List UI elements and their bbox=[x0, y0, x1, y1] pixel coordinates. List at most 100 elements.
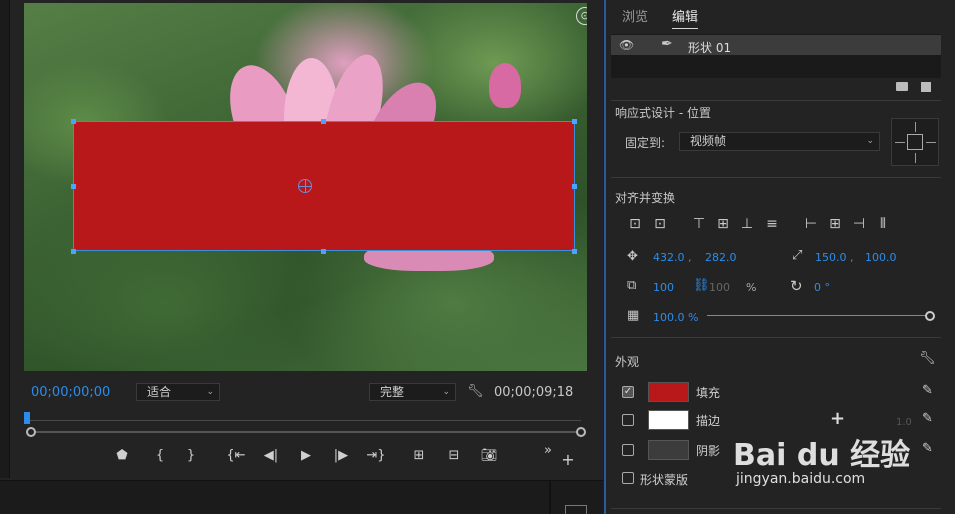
playhead[interactable] bbox=[24, 412, 30, 424]
timeline-ruler[interactable] bbox=[26, 420, 581, 421]
stroke-width-value[interactable]: 1.0 bbox=[896, 417, 912, 428]
pin-edges-widget[interactable] bbox=[891, 118, 939, 166]
range-end-handle[interactable] bbox=[576, 427, 586, 437]
link-scale-icon[interactable]: ⛓︎ bbox=[693, 278, 710, 293]
align-bottom-icon[interactable]: ⊥ bbox=[738, 216, 756, 232]
resize-handle[interactable] bbox=[321, 119, 326, 124]
align-right-icon[interactable]: ⊣ bbox=[850, 216, 868, 232]
duration-timecode: 00;00;09;18 bbox=[494, 385, 574, 400]
current-timecode[interactable]: 00;00;00;00 bbox=[31, 385, 110, 400]
tab-edit[interactable]: 编辑 bbox=[672, 6, 699, 29]
section-divider bbox=[611, 337, 941, 338]
resize-handle[interactable] bbox=[321, 249, 326, 254]
pin-to-select[interactable]: 视频帧 ⌄ bbox=[679, 132, 880, 151]
pin-left-edge[interactable] bbox=[895, 142, 905, 143]
go-to-out-button[interactable]: ⇥} bbox=[366, 448, 386, 463]
anchor-x-value[interactable]: 150.0 , bbox=[815, 251, 853, 264]
distribute-horizontal-icon[interactable]: ⦀ bbox=[874, 216, 892, 232]
scale-unit: % bbox=[746, 281, 757, 294]
extract-button[interactable]: ⊟ bbox=[444, 448, 464, 463]
watermark-url: jingyan.baidu.com bbox=[736, 471, 866, 487]
add-marker-button[interactable]: ⬟ bbox=[112, 448, 132, 463]
layer-name[interactable]: 形状 01 bbox=[688, 39, 731, 56]
panel-menu-icon[interactable] bbox=[565, 505, 587, 514]
eyedropper-icon[interactable]: ✎ bbox=[922, 411, 933, 426]
mark-out-button[interactable]: } bbox=[181, 448, 201, 463]
resize-handle[interactable] bbox=[572, 184, 577, 189]
stroke-label: 描边 bbox=[696, 414, 721, 428]
anchor-point-icon[interactable] bbox=[298, 179, 312, 193]
scale-value[interactable]: 100 bbox=[653, 281, 674, 294]
range-start-handle[interactable] bbox=[26, 427, 36, 437]
new-layer-icon[interactable] bbox=[921, 82, 931, 92]
distribute-vertical-icon[interactable]: ≡ bbox=[763, 216, 781, 232]
anchor-y-value[interactable]: 100.0 bbox=[865, 251, 897, 264]
settings-wrench-icon[interactable]: 🔧︎ bbox=[467, 384, 484, 399]
opacity-value[interactable]: 100.0 % bbox=[653, 311, 698, 324]
resize-handle[interactable] bbox=[572, 119, 577, 124]
section-divider bbox=[611, 508, 941, 509]
go-to-in-button[interactable]: {⇤ bbox=[226, 448, 246, 463]
resize-handle[interactable] bbox=[71, 119, 76, 124]
export-frame-button[interactable]: 📷︎ bbox=[479, 448, 499, 463]
pen-tool-icon: ✒︎ bbox=[661, 36, 673, 52]
pin-bottom-edge[interactable] bbox=[915, 153, 916, 163]
tab-browse[interactable]: 浏览 bbox=[622, 6, 648, 25]
position-y-value[interactable]: 282.0 bbox=[705, 251, 737, 264]
position-x-value[interactable]: 432.0 , bbox=[653, 251, 691, 264]
rotation-icon: ↻ bbox=[790, 277, 803, 295]
lift-button[interactable]: ⊞ bbox=[409, 448, 429, 463]
more-buttons-icon[interactable]: » bbox=[538, 443, 558, 458]
align-top-icon[interactable]: ⊤ bbox=[690, 216, 708, 232]
fill-color-swatch[interactable] bbox=[648, 382, 689, 402]
pin-top-edge[interactable] bbox=[915, 122, 916, 132]
video-preview[interactable]: ⊙ bbox=[24, 3, 587, 371]
chevron-down-icon: ⌄ bbox=[442, 387, 450, 397]
opacity-icon: ▦ bbox=[627, 308, 640, 323]
resize-handle[interactable] bbox=[71, 184, 76, 189]
safe-margin-icon: ⊙ bbox=[576, 7, 587, 25]
shape-rectangle[interactable] bbox=[73, 121, 575, 251]
eyedropper-icon[interactable]: ✎ bbox=[922, 383, 933, 398]
responsive-design-title: 响应式设计 - 位置 bbox=[615, 106, 711, 120]
rotation-value[interactable]: 0 ° bbox=[814, 281, 830, 294]
stroke-color-swatch[interactable] bbox=[648, 410, 689, 430]
zoom-select[interactable]: 适合 ⌄ bbox=[136, 383, 220, 401]
step-forward-button[interactable]: |▶ bbox=[331, 448, 351, 463]
play-button[interactable]: ▶ bbox=[296, 448, 316, 463]
fill-checkbox[interactable]: ✓ bbox=[622, 386, 634, 398]
shadow-checkbox[interactable] bbox=[622, 444, 634, 456]
shadow-color-swatch[interactable] bbox=[648, 440, 689, 460]
mark-in-button[interactable]: { bbox=[150, 448, 170, 463]
add-stroke-icon[interactable]: + bbox=[830, 408, 845, 429]
align-vertical-center-icon[interactable]: ⊡ bbox=[626, 216, 644, 232]
lotus-bud bbox=[489, 63, 521, 108]
resize-handle[interactable] bbox=[572, 249, 577, 254]
step-back-button[interactable]: ◀| bbox=[261, 448, 281, 463]
playback-resolution-select[interactable]: 完整 ⌄ bbox=[369, 383, 456, 401]
align-horizontal-center-icon[interactable]: ⊡ bbox=[651, 216, 669, 232]
align-center-icon[interactable]: ⊞ bbox=[826, 216, 844, 232]
pin-center-box[interactable] bbox=[907, 134, 923, 150]
resize-handle[interactable] bbox=[71, 249, 76, 254]
wrench-icon[interactable]: 🔧︎ bbox=[919, 351, 936, 366]
shape-mask-checkbox[interactable] bbox=[622, 472, 634, 484]
align-transform-title: 对齐并变换 bbox=[615, 191, 676, 205]
stroke-checkbox[interactable] bbox=[622, 414, 634, 426]
align-left-icon[interactable]: ⊢ bbox=[802, 216, 820, 232]
anchor-point-icon: ⤢ bbox=[792, 248, 803, 263]
visibility-eye-icon[interactable]: 👁︎ bbox=[619, 38, 634, 52]
align-middle-icon[interactable]: ⊞ bbox=[714, 216, 732, 232]
eyedropper-icon[interactable]: ✎ bbox=[922, 441, 933, 456]
button-editor-icon[interactable]: + bbox=[558, 450, 578, 469]
new-group-folder-icon[interactable] bbox=[896, 82, 908, 91]
bottom-panel bbox=[0, 480, 603, 514]
panel-divider[interactable] bbox=[549, 480, 551, 514]
pin-to-value: 视频帧 bbox=[690, 134, 727, 148]
pin-to-label: 固定到: bbox=[625, 136, 666, 150]
zoom-range-bar[interactable] bbox=[30, 431, 581, 433]
fill-label: 填充 bbox=[696, 386, 721, 400]
pin-right-edge[interactable] bbox=[926, 142, 936, 143]
opacity-slider-knob[interactable] bbox=[925, 311, 935, 321]
opacity-slider[interactable] bbox=[707, 315, 930, 316]
